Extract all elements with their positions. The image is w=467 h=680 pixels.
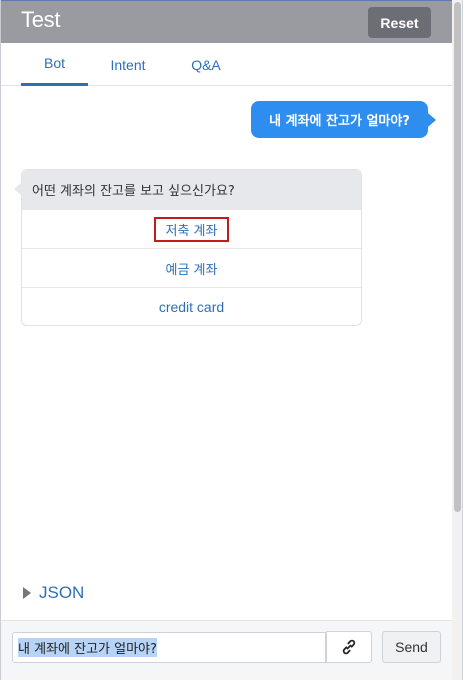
caret-right-icon [23, 587, 31, 599]
option-label: credit card [158, 299, 225, 315]
attach-link-button[interactable] [326, 631, 372, 663]
bot-question-text: 어떤 계좌의 잔고를 보고 싶으신가요? [22, 170, 361, 209]
reset-button[interactable]: Reset [368, 7, 431, 38]
option-label: 저축 계좌 [153, 216, 230, 242]
send-button[interactable]: Send [382, 631, 441, 663]
option-credit-card[interactable]: credit card [22, 287, 361, 326]
option-label: 예금 계좌 [165, 262, 218, 278]
scrollbar-thumb[interactable] [454, 2, 461, 512]
tab-qa[interactable]: Q&A [178, 43, 234, 86]
option-deposit-account[interactable]: 예금 계좌 [22, 248, 361, 287]
page-title: Test [21, 7, 61, 32]
link-icon [342, 639, 356, 655]
tab-intent[interactable]: Intent [99, 43, 157, 86]
message-input-value: 내 계좌에 잔고가 얼마야? [18, 638, 157, 657]
tab-bar: Bot Intent Q&A [1, 43, 452, 86]
chat-panel: Test Reset Bot Intent Q&A 내 계좌에 잔고가 얼마야?… [0, 0, 463, 680]
chat-history: 내 계좌에 잔고가 얼마야? 어떤 계좌의 잔고를 보고 싶으신가요? 저축 계… [1, 86, 452, 620]
bot-response-card: 어떤 계좌의 잔고를 보고 싶으신가요? 저축 계좌 예금 계좌 credit … [14, 169, 362, 326]
tab-bot[interactable]: Bot [21, 43, 88, 86]
option-savings-account[interactable]: 저축 계좌 [22, 209, 361, 248]
window-edge [462, 0, 467, 680]
message-input[interactable]: 내 계좌에 잔고가 얼마야? [12, 632, 326, 663]
json-toggle[interactable]: JSON [23, 583, 84, 603]
composer-bar: 내 계좌에 잔고가 얼마야? Send [1, 620, 452, 680]
json-toggle-label: JSON [39, 583, 85, 602]
header-bar: Test Reset [1, 0, 452, 43]
user-message-bubble: 내 계좌에 잔고가 얼마야? [251, 101, 436, 138]
